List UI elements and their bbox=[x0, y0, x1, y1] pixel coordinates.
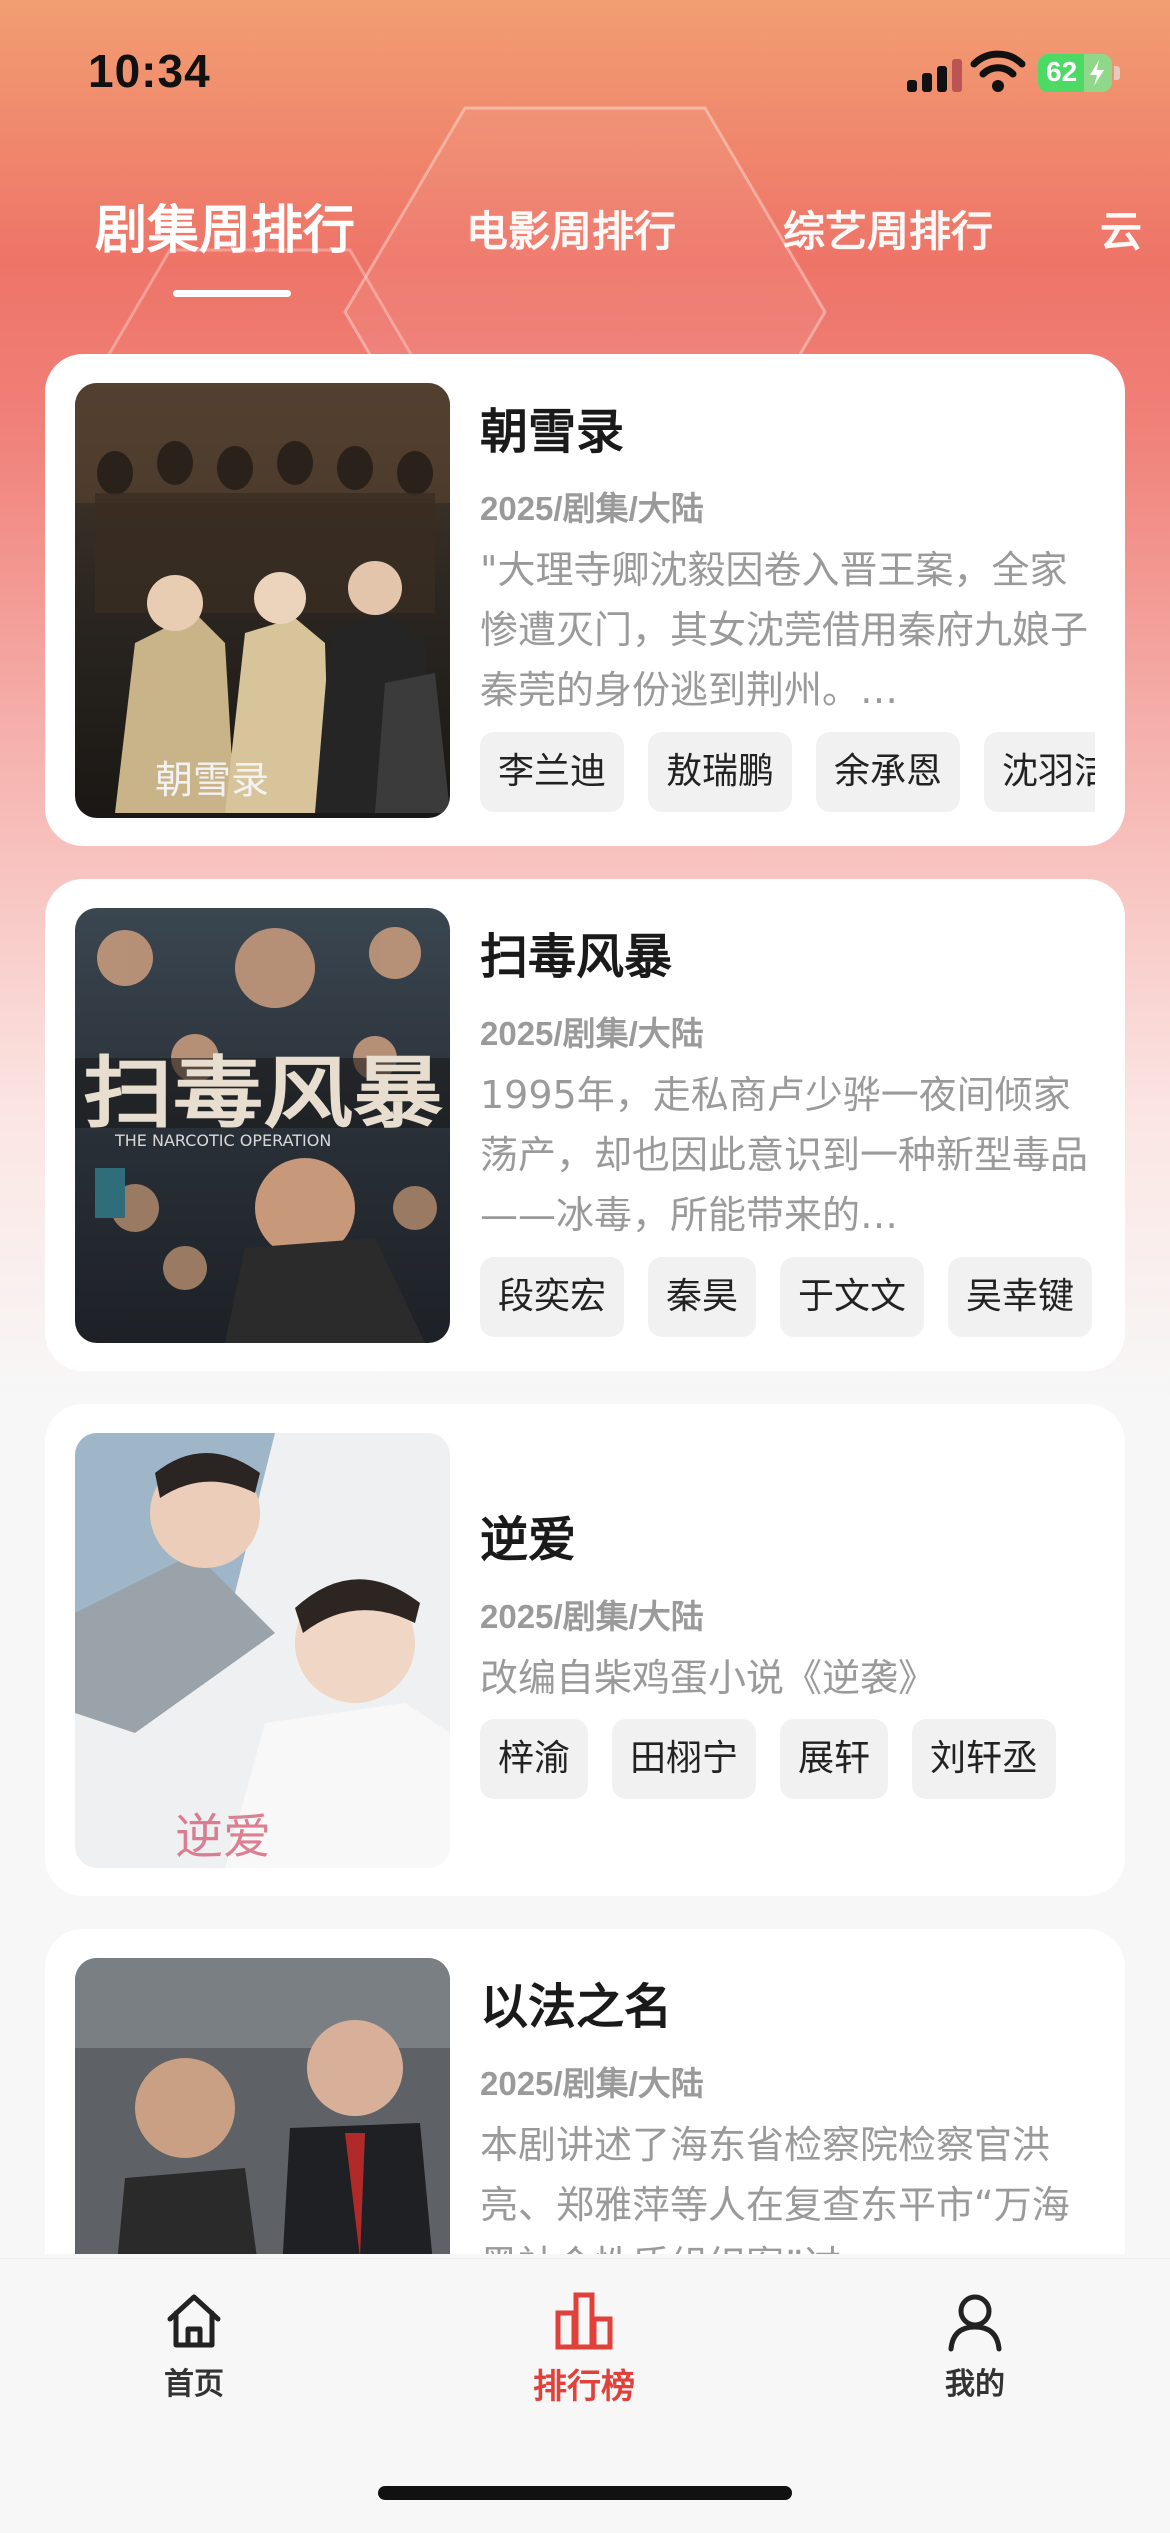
ranking-card[interactable]: 以法之名 2025/剧集/大陆 本剧讲述了海东省检察院检察官洪亮、郑雅萍等人在复… bbox=[45, 1929, 1125, 2254]
item-description: 改编自柴鸡蛋小说《逆袭》 bbox=[480, 1656, 937, 1700]
card-info: 逆爱 2025/剧集/大陆 改编自柴鸡蛋小说《逆袭》 bbox=[480, 1500, 1105, 1708]
item-description: "大理寺卿沈毅因卷入晋王案，全家惨遭灭门，其女沈莞借用秦府九娘子秦莞的身份逃到荆… bbox=[480, 548, 1089, 712]
poster-image[interactable] bbox=[75, 1958, 450, 2254]
battery-level: 62 bbox=[1046, 56, 1078, 87]
item-description: 本剧讲述了海东省检察院检察官洪亮、郑雅萍等人在复查东平市“万海黑社会性质组织案”… bbox=[480, 2123, 1070, 2254]
poster-image[interactable]: 朝雪录 bbox=[75, 383, 450, 818]
cast-tag[interactable]: 秦昊 bbox=[648, 1257, 757, 1337]
tab-variety-weekly[interactable]: 综艺周排行 bbox=[783, 198, 993, 259]
item-description: 1995年，走私商卢少骅一夜间倾家荡产，却也因此意识到一种新型毒品——冰毒，所能… bbox=[480, 1073, 1089, 1237]
status-time: 10:34 bbox=[88, 45, 211, 97]
battery-icon: 62 bbox=[1038, 54, 1112, 92]
nav-home[interactable]: 首页 bbox=[114, 2289, 274, 2403]
card-info: 朝雪录 2025/剧集/大陆 "大理寺卿沈毅因卷入晋王案，全家惨遭灭门，其女沈莞… bbox=[480, 392, 1105, 720]
item-title: 逆爱 bbox=[480, 1512, 577, 1568]
home-indicator bbox=[378, 2486, 792, 2500]
item-meta: 2025/剧集/大陆 bbox=[480, 1598, 704, 1635]
poster-title-text: 扫毒风暴 bbox=[83, 1049, 443, 1139]
ranking-tabs: 剧集周排行 电影周排行 综艺周排行 云 bbox=[0, 180, 1170, 300]
item-meta: 2025/剧集/大陆 bbox=[480, 1015, 704, 1052]
cast-tag[interactable]: 敖瑞鹏 bbox=[648, 732, 793, 812]
home-icon bbox=[167, 2294, 221, 2348]
cast-tags: 梓渝 田栩宁 展轩 刘轩丞 bbox=[480, 1719, 1095, 1799]
nav-profile[interactable]: 我的 bbox=[895, 2289, 1055, 2403]
tab-movie-weekly[interactable]: 电影周排行 bbox=[466, 198, 676, 259]
cast-tag[interactable]: 沈羽洁 bbox=[984, 732, 1095, 812]
cast-tag[interactable]: 段奕宏 bbox=[480, 1257, 625, 1337]
cast-tag[interactable]: 余承恩 bbox=[816, 732, 961, 812]
cellular-signal-icon bbox=[907, 59, 962, 92]
card-info: 以法之名 2025/剧集/大陆 本剧讲述了海东省检察院检察官洪亮、郑雅萍等人在复… bbox=[480, 1967, 1105, 2254]
item-title: 扫毒风暴 bbox=[480, 929, 673, 985]
nav-profile-label: 我的 bbox=[945, 2367, 1005, 2402]
poster-subtitle-text: THE NARCOTIC OPERATION bbox=[114, 1131, 331, 1150]
cast-tags: 段奕宏 秦昊 于文文 吴幸键 bbox=[480, 1257, 1095, 1337]
cast-tag[interactable]: 梓渝 bbox=[480, 1719, 589, 1799]
cast-tag[interactable]: 吴幸键 bbox=[948, 1257, 1093, 1337]
wifi-icon bbox=[970, 50, 1026, 92]
cast-tag[interactable]: 刘轩丞 bbox=[912, 1719, 1057, 1799]
status-bar: 10:34 62 bbox=[0, 0, 1170, 150]
poster-image[interactable]: 扫毒风暴 THE NARCOTIC OPERATION bbox=[75, 908, 450, 1343]
ranking-card[interactable]: 逆爱 逆爱 2025/剧集/大陆 改编自柴鸡蛋小说《逆袭》 梓渝 田栩宁 展轩 刘轩丞 bbox=[45, 1404, 1125, 1896]
cast-tag[interactable]: 于文文 bbox=[780, 1257, 925, 1337]
bar-chart-icon bbox=[555, 2292, 613, 2350]
tab-active-indicator bbox=[173, 290, 291, 297]
ranking-list: 朝雪录 朝雪录 2025/剧集/大陆 "大理寺卿沈毅因卷入晋王案，全家惨遭灭门，… bbox=[45, 354, 1125, 2254]
poster-title-text: 朝雪录 bbox=[155, 758, 269, 802]
poster-title-text: 逆爱 bbox=[175, 1809, 271, 1865]
cast-tag[interactable]: 李兰迪 bbox=[480, 732, 625, 812]
item-title: 以法之名 bbox=[480, 1979, 673, 2035]
item-meta: 2025/剧集/大陆 bbox=[480, 2065, 704, 2102]
tab-series-weekly[interactable]: 剧集周排行 bbox=[95, 188, 355, 263]
nav-ranking-label: 排行榜 bbox=[533, 2367, 635, 2407]
item-title: 朝雪录 bbox=[480, 404, 625, 460]
ranking-card[interactable]: 朝雪录 朝雪录 2025/剧集/大陆 "大理寺卿沈毅因卷入晋王案，全家惨遭灭门，… bbox=[45, 354, 1125, 846]
cast-tags: 李兰迪 敖瑞鹏 余承恩 沈羽洁 bbox=[480, 732, 1095, 812]
cast-tag[interactable]: 展轩 bbox=[780, 1719, 889, 1799]
item-meta: 2025/剧集/大陆 bbox=[480, 490, 704, 527]
ranking-card[interactable]: 扫毒风暴 THE NARCOTIC OPERATION 扫毒风暴 2025/剧集… bbox=[45, 879, 1125, 1371]
card-info: 扫毒风暴 2025/剧集/大陆 1995年，走私商卢少骅一夜间倾家荡产，却也因此… bbox=[480, 917, 1105, 1245]
cast-tag[interactable]: 田栩宁 bbox=[612, 1719, 757, 1799]
tab-more[interactable]: 云 bbox=[1100, 198, 1142, 259]
nav-home-label: 首页 bbox=[164, 2367, 224, 2402]
poster-image[interactable]: 逆爱 bbox=[75, 1433, 450, 1868]
user-icon bbox=[948, 2294, 1002, 2352]
nav-ranking[interactable]: 排行榜 bbox=[504, 2289, 664, 2408]
